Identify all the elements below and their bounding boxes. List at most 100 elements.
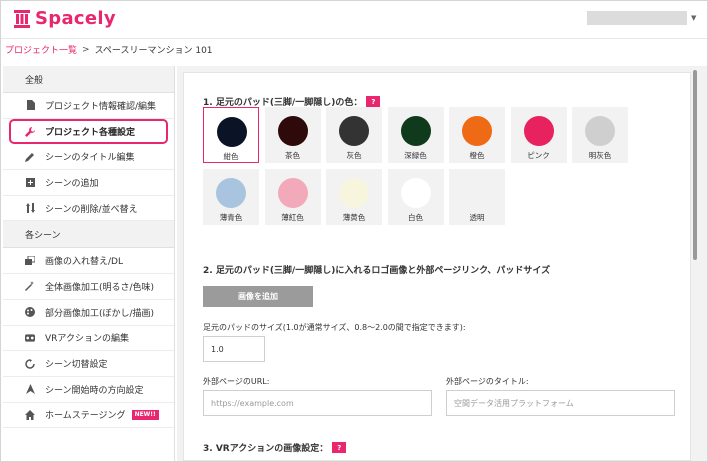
plus-square-icon xyxy=(25,177,35,187)
sidebar-item-label: 画像の入れ替え/DL xyxy=(45,257,123,268)
color-swatch[interactable]: 紺色 xyxy=(203,107,259,163)
sidebar-item-start-direction[interactable]: シーン開始時の方向設定 xyxy=(3,377,174,403)
color-swatch-circle xyxy=(339,178,369,208)
new-badge: NEW!! xyxy=(131,409,159,420)
wrench-icon xyxy=(25,126,35,137)
magic-wand-icon xyxy=(25,281,35,292)
color-swatch[interactable]: 深緑色 xyxy=(387,107,444,163)
external-page-title-label: 外部ページのタイトル: xyxy=(446,377,529,386)
palette-icon xyxy=(25,307,35,318)
help-icon[interactable]: ? xyxy=(366,96,381,107)
sidebar-item-project-info[interactable]: プロジェクト情報確認/編集 xyxy=(3,93,174,119)
color-swatch[interactable]: 薄紅色 xyxy=(264,169,321,225)
sidebar-item-label: 全体画像加工(明るさ/色味) xyxy=(45,282,155,293)
pad-size-value: 1.0 xyxy=(211,344,224,354)
color-swatch-label: 明灰色 xyxy=(588,151,612,160)
section-2-title: 2. 足元のパッド(三脚/一脚隠し)に入れるロゴ画像と外部ページリンク、パッドサ… xyxy=(203,263,550,276)
color-swatch-label: 紺色 xyxy=(223,152,239,161)
logo-text: Spacely xyxy=(35,8,116,29)
sidebar-item-scene-title[interactable]: シーンのタイトル編集 xyxy=(3,144,174,171)
scrollbar-thumb[interactable] xyxy=(693,70,697,260)
pencil-icon xyxy=(25,152,35,162)
spacely-logo[interactable]: Spacely xyxy=(13,8,116,29)
color-swatch-label: 橙色 xyxy=(469,151,485,160)
color-swatch-label: 深緑色 xyxy=(404,151,427,160)
sidebar-item-home-staging[interactable]: ホームステージング NEW!! xyxy=(3,403,174,429)
color-swatch-circle xyxy=(523,116,554,146)
sidebar-item-add-scene[interactable]: シーンの追加 xyxy=(3,170,174,196)
sidebar: 全般 プロジェクト情報確認/編集 プロジェクト各種設定 シーンのタイトル編集 シ… xyxy=(3,66,175,461)
section-3-title: 3. VRアクションの画像設定： ? xyxy=(203,441,347,454)
external-page-title-placeholder: 空間データ活用プラットフォーム xyxy=(454,398,574,408)
refresh-icon xyxy=(25,358,35,369)
color-swatch[interactable]: 薄黄色 xyxy=(326,169,382,225)
sidebar-section-scenes: 各シーン xyxy=(3,221,174,249)
color-swatch-label: 薄青色 xyxy=(219,213,243,222)
color-swatch-circle xyxy=(277,116,308,146)
section-2-title-text: 2. 足元のパッド(三脚/一脚隠し)に入れるロゴ画像と外部ページリンク、パッドサ… xyxy=(203,266,551,276)
sidebar-item-label: シーン切替設定 xyxy=(45,360,108,371)
direction-icon xyxy=(25,384,35,395)
color-swatch[interactable]: 橙色 xyxy=(449,107,505,163)
color-swatch-circle xyxy=(400,116,431,146)
sidebar-item-label: シーンの削除/並べ替え xyxy=(45,204,138,215)
sidebar-item-label: シーン開始時の方向設定 xyxy=(45,385,144,396)
color-swatch-label: 薄紅色 xyxy=(281,213,304,222)
sidebar-item-image-replace[interactable]: 画像の入れ替え/DL xyxy=(3,248,174,275)
color-swatch[interactable]: 白色 xyxy=(387,169,444,225)
sort-icon xyxy=(25,203,35,214)
color-swatch-circle xyxy=(585,116,615,146)
sidebar-item-scene-switch[interactable]: シーン切替設定 xyxy=(3,351,174,377)
help-icon[interactable]: ? xyxy=(332,442,347,453)
account-dropdown[interactable]: ▼ xyxy=(587,11,697,25)
document-icon xyxy=(25,100,35,111)
main-content: 1. 足元のパッド(三脚/一脚隠し)の色： ? 紺色 茶色 灰色 深緑色 橙色 ピンク 明灰… xyxy=(177,66,707,461)
external-page-title-input[interactable]: 空間データ活用プラットフォーム xyxy=(446,390,675,416)
sidebar-item-label: プロジェクト各種設定 xyxy=(45,128,136,139)
color-swatch[interactable]: 灰色 xyxy=(326,107,382,163)
pad-size-input[interactable]: 1.0 xyxy=(203,336,265,362)
external-url-placeholder: https://example.com xyxy=(211,398,294,408)
add-image-button[interactable]: 画像を追加 xyxy=(203,286,313,307)
color-swatch-label: 灰色 xyxy=(346,151,362,160)
breadcrumb-project-list-link[interactable]: プロジェクト一覧 xyxy=(5,43,77,56)
sidebar-item-delete-sort[interactable]: シーンの削除/並べ替え xyxy=(3,196,174,222)
top-header: Spacely ▼ xyxy=(1,1,707,39)
color-swatch[interactable]: ピンク xyxy=(510,107,567,163)
sidebar-item-vr-action[interactable]: VRアクションの編集 xyxy=(3,326,174,352)
color-swatch-label: ピンク xyxy=(527,151,550,160)
settings-card: 1. 足元のパッド(三脚/一脚隠し)の色： ? 紺色 茶色 灰色 深緑色 橙色 ピンク 明灰… xyxy=(183,72,691,461)
color-swatch-label: 茶色 xyxy=(285,151,300,160)
section-3-title-text: 3. VRアクションの画像設定： xyxy=(203,444,329,454)
sidebar-item-whole-image-edit[interactable]: 全体画像加工(明るさ/色味) xyxy=(3,274,174,300)
color-swatch-circle xyxy=(462,116,492,146)
sidebar-item-label: シーンのタイトル編集 xyxy=(45,153,135,164)
color-swatch[interactable]: 薄青色 xyxy=(203,169,259,225)
color-swatch-label: 透明 xyxy=(469,213,485,222)
color-swatch-label: 白色 xyxy=(408,213,423,222)
color-swatch[interactable]: 明灰色 xyxy=(572,107,628,163)
color-swatch[interactable]: 透明 xyxy=(449,169,505,225)
color-swatch-circle xyxy=(216,178,246,208)
sidebar-item-label: シーンの追加 xyxy=(45,178,99,189)
color-swatch-label: 薄黄色 xyxy=(342,213,366,222)
color-swatch[interactable]: 茶色 xyxy=(264,107,321,163)
breadcrumb-separator: > xyxy=(82,44,90,55)
app-window: Spacely ▼ プロジェクト一覧 > スペースリーマンション 101 全般 … xyxy=(0,0,708,462)
sidebar-item-label: ホームステージング xyxy=(45,411,126,422)
sidebar-item-partial-image-edit[interactable]: 部分画像加工(ぼかし/描画) xyxy=(3,300,174,326)
image-swap-icon xyxy=(25,256,35,266)
external-url-label: 外部ページのURL: xyxy=(203,377,270,386)
sidebar-section-general: 全般 xyxy=(3,66,174,93)
chevron-down-icon: ▼ xyxy=(691,14,697,22)
sidebar-item-project-settings[interactable]: プロジェクト各種設定 xyxy=(9,118,168,145)
logo-mark-icon xyxy=(14,9,30,28)
home-icon xyxy=(25,409,35,420)
breadcrumb-current: スペースリーマンション 101 xyxy=(94,46,213,56)
account-name-redacted xyxy=(587,11,687,25)
breadcrumb: プロジェクト一覧 > スペースリーマンション 101 xyxy=(5,43,213,57)
scrollbar[interactable] xyxy=(691,68,699,460)
color-swatch-circle xyxy=(277,178,308,208)
external-url-input[interactable]: https://example.com xyxy=(203,390,432,416)
color-swatch-circle xyxy=(339,116,369,146)
